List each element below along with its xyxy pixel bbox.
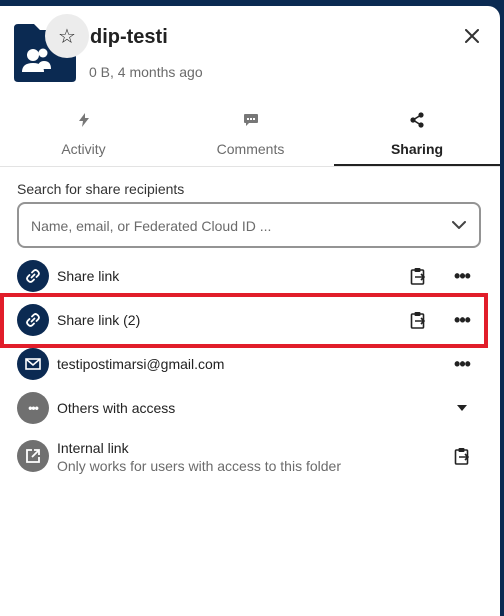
sharing-sidebar: ☆ dip-testi 0 B, 4 months ago Activity C… <box>0 6 500 616</box>
share-icon <box>334 112 500 128</box>
tab-sharing-label: Sharing <box>390 141 444 157</box>
search-combobox <box>17 202 481 248</box>
share-link-2-label: Share link (2) <box>57 312 141 328</box>
favorite-button[interactable]: ☆ <box>45 14 89 58</box>
email-share-label: testipostimarsi@gmail.com <box>57 356 225 372</box>
tab-comments[interactable]: Comments <box>167 106 334 164</box>
activity-icon <box>0 112 167 128</box>
email-share-row: testipostimarsi@gmail.com ••• <box>0 342 500 386</box>
link-icon <box>17 304 49 336</box>
tab-activity[interactable]: Activity <box>0 106 167 164</box>
expand-others-button[interactable] <box>448 394 476 422</box>
copy-internal-link-button[interactable] <box>448 442 476 470</box>
tab-bar: Activity Comments Sharing <box>0 106 500 167</box>
share-link-2-row: Share link (2) ••• <box>0 298 500 342</box>
more-horizontal-icon: ••• <box>17 392 49 424</box>
external-link-icon <box>17 440 49 472</box>
comments-icon <box>167 112 334 128</box>
internal-link-row: Internal link Only works for users with … <box>0 432 500 484</box>
share-recipient-search-input[interactable] <box>29 214 433 238</box>
file-metadata: 0 B, 4 months ago <box>89 64 203 80</box>
others-with-access-row[interactable]: ••• Others with access <box>0 386 500 430</box>
email-share-menu-button[interactable]: ••• <box>448 350 476 378</box>
others-with-access-label: Others with access <box>57 400 176 416</box>
chevron-down-icon[interactable] <box>449 215 469 235</box>
internal-link-label: Internal link <box>57 440 129 456</box>
share-link-label: Share link <box>57 268 120 284</box>
close-button[interactable] <box>456 20 488 52</box>
share-link-menu-button[interactable]: ••• <box>448 262 476 290</box>
search-label: Search for share recipients <box>17 181 185 197</box>
close-icon <box>465 29 479 43</box>
clipboard-icon <box>454 448 470 465</box>
email-icon <box>17 348 49 380</box>
tab-sharing[interactable]: Sharing <box>334 106 500 166</box>
copy-link-2-button[interactable] <box>404 306 432 334</box>
more-horizontal-icon: ••• <box>454 310 471 330</box>
star-icon: ☆ <box>58 25 76 48</box>
share-link-2-menu-button[interactable]: ••• <box>448 306 476 334</box>
file-title: dip-testi <box>90 26 168 48</box>
tab-activity-label: Activity <box>61 141 106 157</box>
more-horizontal-icon: ••• <box>454 266 471 286</box>
share-link-row: Share link ••• <box>0 254 500 298</box>
copy-link-button[interactable] <box>404 262 432 290</box>
clipboard-icon <box>410 268 426 285</box>
caret-down-icon <box>457 405 467 411</box>
internal-link-description: Only works for users with access to this… <box>57 458 341 474</box>
link-icon <box>17 260 49 292</box>
tab-comments-label: Comments <box>216 141 285 157</box>
more-horizontal-icon: ••• <box>454 354 471 374</box>
clipboard-icon <box>410 312 426 329</box>
